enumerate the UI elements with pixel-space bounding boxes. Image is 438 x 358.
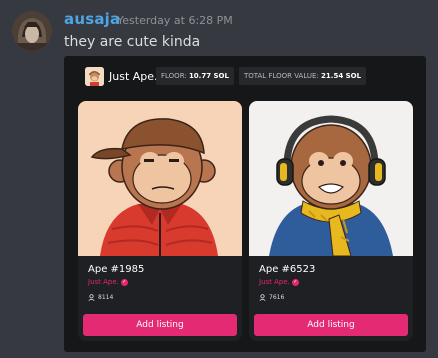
nft-title: Ape #6523 [259,264,316,275]
nft-image[interactable] [249,101,413,257]
user-avatar[interactable] [12,11,52,51]
message-text: they are cute kinda [64,34,201,50]
collection-icon [85,67,104,86]
floor-chip: FLOOR: 10.77 SOL [156,67,234,85]
total-floor-chip: TOTAL FLOOR VALUE: 21.54 SOL [239,67,367,85]
add-listing-button[interactable]: Add listing [254,314,408,336]
nft-card[interactable]: Ape #1985 Just Ape. ✓ 8114 Add listing [78,101,242,341]
owner-count-value: 8114 [98,294,114,301]
message-timestamp: Yesterday at 6:28 PM [117,14,233,27]
nft-embed: Just Ape. FLOOR: 10.77 SOL TOTAL FLOOR V… [64,56,426,352]
username[interactable]: ausaja [64,10,120,28]
nft-collection[interactable]: Just Ape. ✓ [88,278,128,286]
collection-name[interactable]: Just Ape. [109,70,158,83]
total-floor-label: TOTAL FLOOR VALUE: [244,72,319,80]
owner-count: 7616 [259,294,284,301]
verified-icon: ✓ [120,278,128,286]
nft-collection[interactable]: Just Ape. ✓ [259,278,299,286]
total-floor-value: 21.54 SOL [321,72,362,80]
owner-count-value: 7616 [269,294,285,301]
verified-icon: ✓ [291,278,299,286]
nft-collection-label: Just Ape. [88,278,119,286]
owner-icon [88,294,95,301]
floor-value: 10.77 SOL [188,72,229,80]
floor-label: FLOOR: [161,72,187,80]
nft-card[interactable]: Ape #6523 Just Ape. ✓ 7616 Add listing [249,101,413,341]
add-listing-button[interactable]: Add listing [83,314,237,336]
nft-title: Ape #1985 [88,264,145,275]
nft-image[interactable] [78,101,242,256]
owner-icon [259,294,266,301]
nft-collection-label: Just Ape. [259,278,290,286]
owner-count: 8114 [88,294,113,301]
